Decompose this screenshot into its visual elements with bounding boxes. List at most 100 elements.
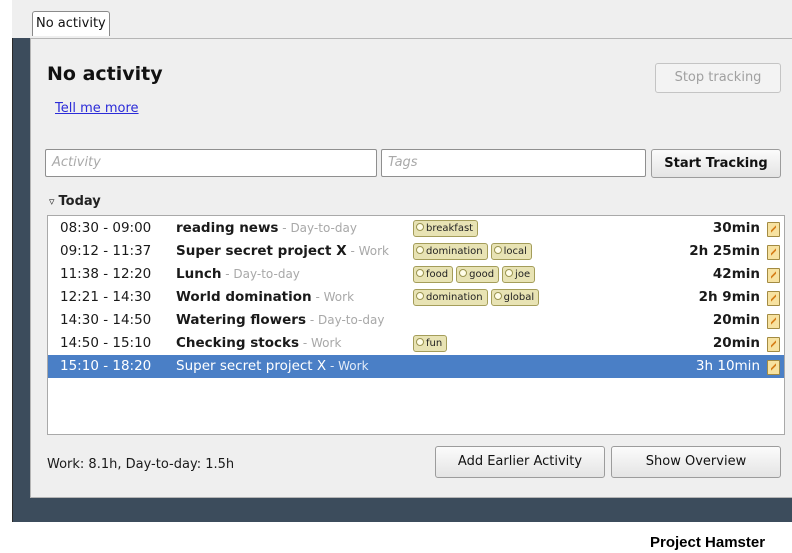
category-separator: - — [326, 359, 339, 373]
category-separator: - — [299, 336, 312, 350]
activity-duration: 20min — [712, 335, 760, 351]
activity-input[interactable]: Activity — [45, 149, 377, 177]
today-label: Today — [58, 194, 101, 209]
activity-duration: 42min — [712, 266, 760, 282]
tag-chip: good — [456, 266, 500, 283]
activity-tags: fun — [413, 335, 448, 352]
edit-icon[interactable] — [767, 245, 780, 260]
activity-row[interactable]: 11:38 - 12:20 Lunch - Day-to-day food good j… — [48, 263, 784, 286]
activity-name: Super secret project X — [176, 243, 347, 259]
tag-chip: global — [490, 289, 540, 306]
tag-dot-icon — [493, 246, 502, 254]
activity-category: Day-to-day — [233, 267, 300, 281]
tag-label: good — [469, 269, 495, 280]
tab-no-activity[interactable]: No activity — [32, 11, 110, 36]
activity-name-cell: Lunch - Day-to-day — [176, 263, 300, 286]
activity-tags: breakfast — [413, 220, 479, 237]
edit-icon[interactable] — [767, 314, 780, 329]
expander-triangle-icon: ▿ — [49, 195, 55, 208]
activity-row[interactable]: 14:30 - 14:50 Watering flowers - Day-to-d… — [48, 309, 784, 332]
tag-chip: breakfast — [413, 220, 479, 237]
tell-me-more-link[interactable]: Tell me more — [55, 101, 139, 116]
category-separator: - — [221, 267, 234, 281]
tag-chip: local — [490, 243, 532, 260]
start-tracking-button[interactable]: Start Tracking — [651, 149, 781, 178]
activity-name-cell: Super secret project X - Work — [176, 355, 369, 378]
activity-time: 09:12 - 11:37 — [60, 243, 152, 259]
tag-dot-icon — [493, 292, 502, 300]
activity-row[interactable]: 15:10 - 18:20 Super secret project X - Wo… — [48, 355, 784, 378]
stop-tracking-button[interactable]: Stop tracking — [655, 63, 781, 93]
tag-label: domination — [426, 246, 483, 257]
activity-tags: food good joe — [413, 266, 536, 283]
activity-time: 11:38 - 12:20 — [60, 266, 152, 282]
activity-name: Lunch — [176, 266, 222, 282]
activity-list[interactable]: 08:30 - 09:00 reading news - Day-to-day br… — [47, 215, 785, 435]
activity-row[interactable]: 14:50 - 15:10 Checking stocks - Work fun 20… — [48, 332, 784, 355]
tag-label: breakfast — [426, 223, 474, 234]
activity-name: World domination — [176, 289, 312, 305]
tag-label: fun — [426, 338, 443, 349]
add-earlier-activity-button[interactable]: Add Earlier Activity — [435, 446, 605, 478]
activity-duration: 3h 10min — [695, 358, 760, 374]
tag-dot-icon — [459, 269, 468, 277]
activity-row[interactable]: 09:12 - 11:37 Super secret project X - Wo… — [48, 240, 784, 263]
window-left-edge — [0, 0, 13, 522]
activity-category: Work — [338, 359, 369, 373]
edit-icon[interactable] — [767, 291, 780, 306]
activity-time: 14:50 - 15:10 — [60, 335, 152, 351]
activity-duration: 2h 25min — [689, 243, 760, 259]
activity-duration: 30min — [712, 220, 760, 236]
page-title: No activity — [47, 63, 163, 85]
activity-name: Watering flowers — [176, 312, 306, 328]
activity-tags: domination local — [413, 243, 532, 260]
tag-chip: domination — [413, 289, 488, 306]
edit-icon[interactable] — [767, 337, 780, 352]
activity-placeholder: Activity — [52, 155, 101, 170]
tag-dot-icon — [505, 269, 514, 277]
activity-category: Work — [311, 336, 342, 350]
tag-label: domination — [426, 292, 483, 303]
activity-tags: domination global — [413, 289, 540, 306]
edit-icon[interactable] — [767, 268, 780, 283]
activity-category: Day-to-day — [290, 221, 357, 235]
tag-chip: domination — [413, 243, 488, 260]
tag-dot-icon — [416, 246, 424, 254]
tab-bar: No activity — [12, 0, 792, 38]
activity-name-cell: Checking stocks - Work — [176, 332, 341, 355]
edit-icon[interactable] — [767, 360, 780, 375]
tags-input[interactable]: Tags — [381, 149, 646, 177]
tag-dot-icon — [416, 269, 424, 277]
tag-dot-icon — [416, 223, 424, 231]
activity-name: Checking stocks — [176, 335, 300, 351]
activity-category: Work — [323, 290, 355, 304]
tag-label: local — [503, 246, 527, 257]
today-expander[interactable]: ▿ Today — [49, 194, 101, 209]
activity-time: 08:30 - 09:00 — [60, 220, 152, 236]
activity-duration: 20min — [712, 312, 760, 328]
main-panel: No activity Tell me more Stop tracking A… — [30, 38, 792, 498]
edit-icon[interactable] — [767, 222, 780, 237]
activity-duration: 2h 9min — [698, 289, 760, 305]
caption-title: Project Hamster — [650, 534, 766, 551]
activity-name-cell: Watering flowers - Day-to-day — [176, 309, 384, 332]
activity-row[interactable]: 08:30 - 09:00 reading news - Day-to-day br… — [48, 217, 784, 240]
category-separator: - — [278, 221, 291, 235]
tags-placeholder: Tags — [388, 155, 418, 170]
tag-label: joe — [515, 269, 531, 280]
activity-name-cell: reading news - Day-to-day — [176, 217, 357, 240]
activity-time: 15:10 - 18:20 — [60, 358, 152, 374]
show-overview-button[interactable]: Show Overview — [611, 446, 781, 478]
tag-chip: joe — [502, 266, 536, 283]
activity-time: 14:30 - 14:50 — [60, 312, 152, 328]
tag-dot-icon — [416, 338, 424, 346]
activity-row[interactable]: 12:21 - 14:30 World domination - Work domi… — [48, 286, 784, 309]
tag-label: food — [426, 269, 449, 280]
activity-name-cell: Super secret project X - Work — [176, 240, 389, 263]
tag-chip: fun — [413, 335, 448, 352]
tag-dot-icon — [416, 292, 424, 300]
category-separator: - — [346, 244, 359, 258]
activity-name: reading news — [176, 220, 279, 236]
totals-summary: Work: 8.1h, Day-to-day: 1.5h — [47, 457, 235, 472]
activity-category: Work — [358, 244, 389, 258]
